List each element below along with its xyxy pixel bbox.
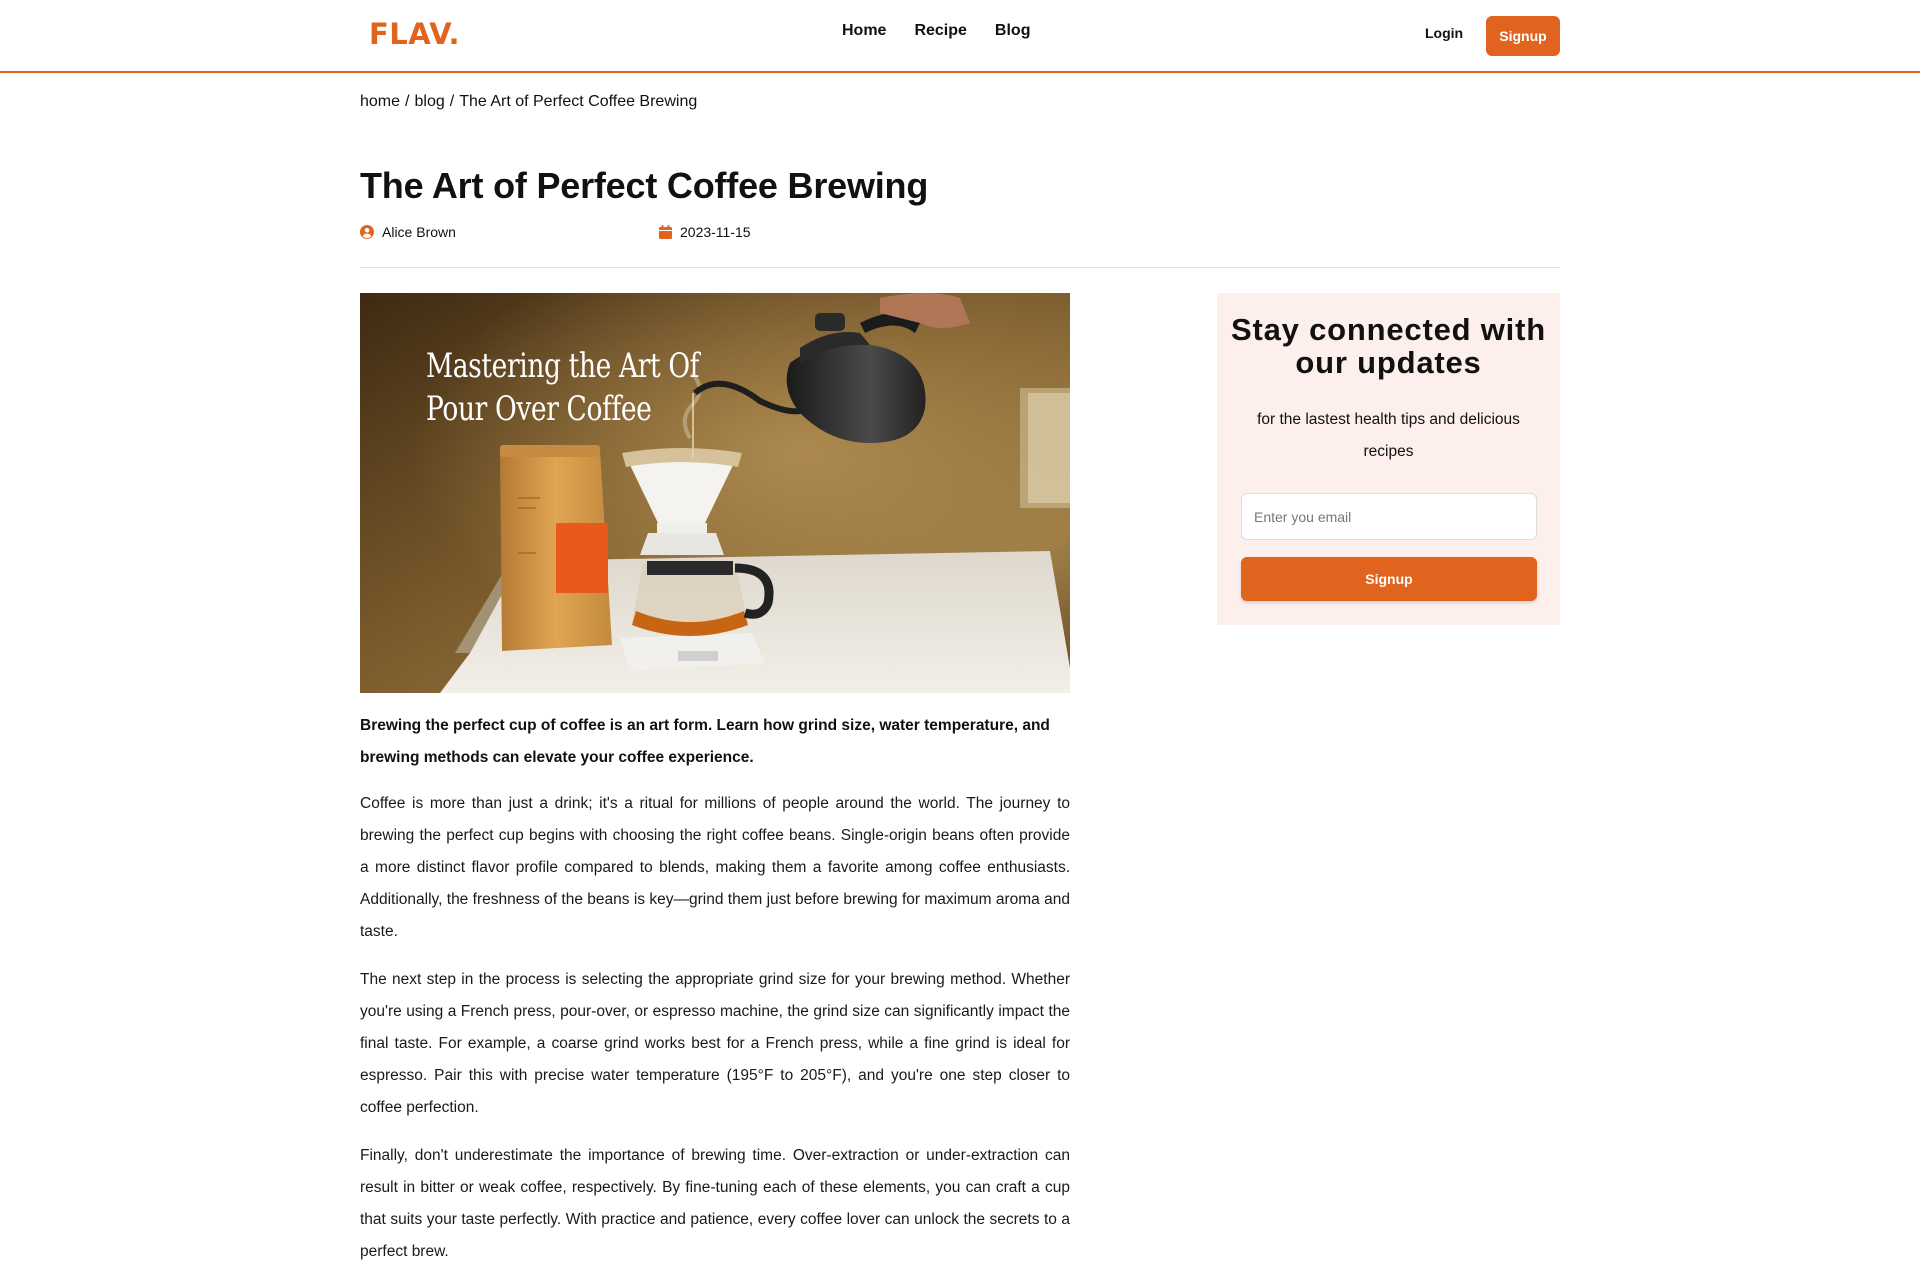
login-link[interactable]: Login xyxy=(1425,25,1463,41)
main-nav: Home Recipe Blog xyxy=(842,22,1030,40)
newsletter-email-input[interactable] xyxy=(1241,493,1537,540)
newsletter-heading: Stay connected with our updates xyxy=(1231,312,1546,380)
site-logo[interactable]: FLAV. xyxy=(369,16,460,52)
article-paragraph: Finally, don't underestimate the importa… xyxy=(360,1147,1070,1260)
breadcrumb-separator: / xyxy=(405,93,410,110)
header-signup-button[interactable]: Signup xyxy=(1486,16,1560,56)
breadcrumb-separator: / xyxy=(449,93,455,110)
nav-item-blog[interactable]: Blog xyxy=(995,22,1031,40)
hero-overlay-text: Mastering the Art Of Pour Over Coffee xyxy=(426,345,699,431)
breadcrumb: home / blog / The Art of Perfect Coffee … xyxy=(360,93,697,111)
user-circle-icon xyxy=(360,225,374,239)
hero-overlay-line: Pour Over Coffee xyxy=(426,389,652,429)
newsletter-box: Stay connected with our updates for the … xyxy=(1217,293,1560,625)
breadcrumb-blog[interactable]: blog xyxy=(414,93,444,111)
hero-overlay-line: Mastering the Art Of xyxy=(426,346,700,386)
article-paragraph: Coffee is more than just a drink; it's a… xyxy=(360,795,1070,940)
title-divider xyxy=(360,267,1560,268)
author-name: Alice Brown xyxy=(382,224,456,240)
newsletter-subtext: for the lastest health tips and deliciou… xyxy=(1257,411,1520,460)
site-header: FLAV. Home Recipe Blog Login Signup xyxy=(0,0,1920,73)
article-author: Alice Brown xyxy=(360,224,456,240)
hero-image: Mastering the Art Of Pour Over Coffee xyxy=(360,293,1070,693)
breadcrumb-home[interactable]: home xyxy=(360,93,400,111)
nav-item-recipe[interactable]: Recipe xyxy=(914,22,966,40)
article-lead: Brewing the perfect cup of coffee is an … xyxy=(360,717,1050,766)
article-title: The Art of Perfect Coffee Brewing xyxy=(360,165,929,206)
nav-item-home[interactable]: Home xyxy=(842,22,886,40)
newsletter-signup-button[interactable]: Signup xyxy=(1241,557,1537,601)
article-date: 2023-11-15 xyxy=(659,224,751,240)
breadcrumb-current: The Art of Perfect Coffee Brewing xyxy=(459,93,698,110)
calendar-icon xyxy=(659,225,672,239)
article-paragraph: The next step in the process is selectin… xyxy=(360,971,1070,1116)
date-text: 2023-11-15 xyxy=(680,224,751,240)
